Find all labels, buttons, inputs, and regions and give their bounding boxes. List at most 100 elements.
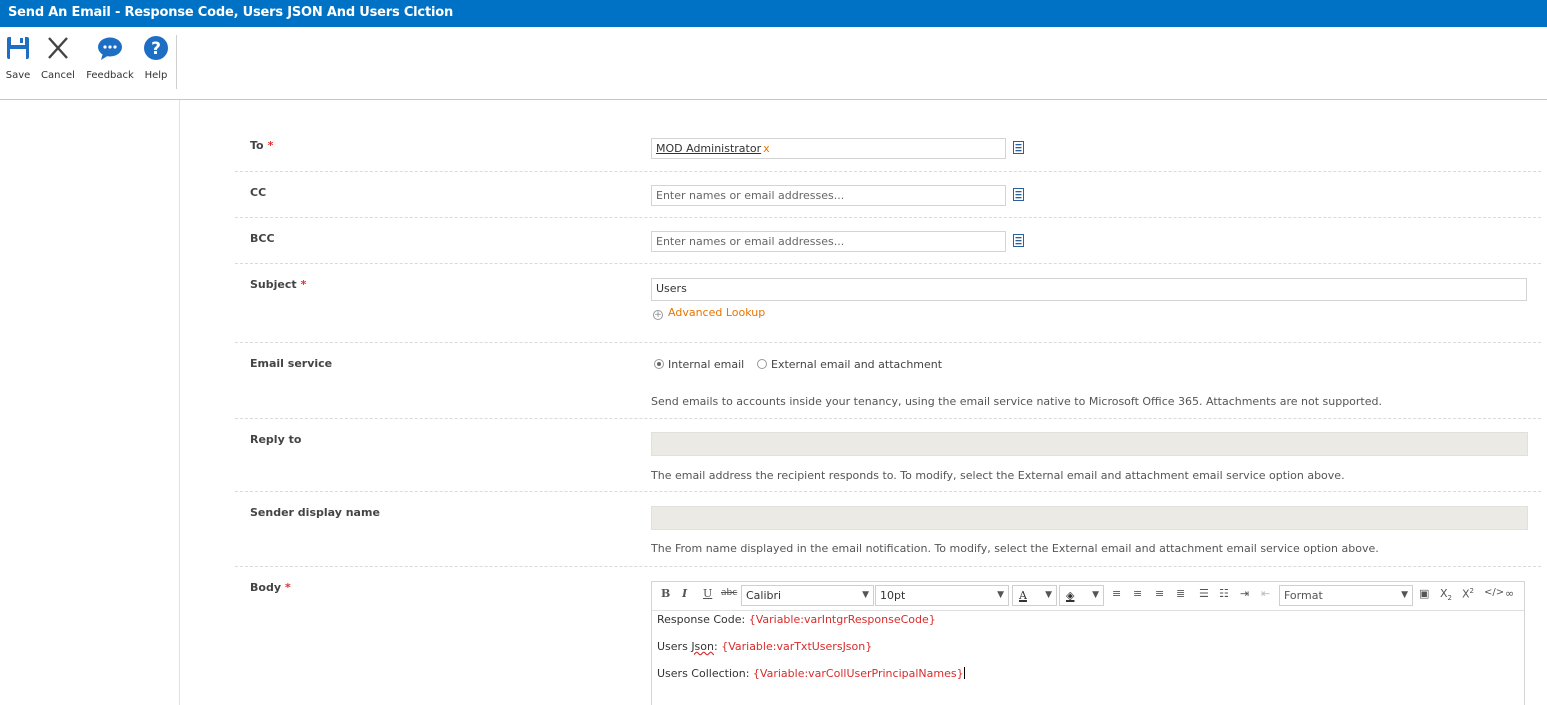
ribbon-toolbar: Save Cancel Feedback ? Help [0,27,1547,100]
title-bar: Send An Email - Response Code, Users JSO… [0,0,1547,27]
feedback-label: Feedback [86,70,134,81]
body-label: Body * [250,581,291,594]
chevron-down-icon: ▼ [1092,590,1099,600]
help-icon: ? [144,36,168,60]
cc-placeholder: Enter names or email addresses... [656,189,845,202]
sender-display-name-help: The From name displayed in the email not… [651,542,1379,555]
bold-icon[interactable]: B [661,587,670,600]
italic-icon[interactable]: I [682,587,687,600]
bcc-label: BCC [250,232,275,245]
sender-display-name-label: Sender display name [250,506,380,519]
required-marker: * [267,139,274,152]
cc-field[interactable]: Enter names or email addresses... [651,185,1006,206]
feedback-button[interactable]: Feedback [84,35,136,87]
toolbar-divider [652,610,1524,611]
remove-recipient-button[interactable]: x [763,142,770,155]
address-book-icon[interactable] [1013,141,1024,154]
body-line: Users Json: {Variable:varTxtUsersJson} [657,640,965,667]
outdent-icon[interactable]: ⇤ [1261,587,1270,600]
subject-label: Subject * [250,278,306,291]
internal-email-label: Internal email [668,358,745,371]
body-text: Users Collection: [657,667,753,680]
font-size-select[interactable]: 10pt ▼ [875,585,1009,606]
align-center-icon[interactable]: ≡ [1133,587,1142,600]
numbered-list-icon[interactable]: ☷ [1219,587,1229,600]
strikethrough-icon[interactable]: abc [721,588,737,598]
cancel-label: Cancel [41,70,75,81]
to-label: To * [250,139,273,152]
save-label: Save [5,70,31,81]
font-size-value: 10pt [880,589,906,602]
subject-label-text: Subject [250,278,297,291]
sender-display-name-input [651,506,1528,530]
address-book-icon[interactable] [1013,188,1024,201]
plus-circle-icon: + [653,310,663,320]
highlight-color-button[interactable]: ◈ ▼ [1059,585,1104,606]
required-marker: * [285,581,291,594]
font-family-value: Calibri [746,589,782,602]
email-service-help: Send emails to accounts inside your tena… [651,395,1382,408]
help-label: Help [144,70,168,81]
code-icon[interactable]: </> [1484,587,1504,598]
body-text: Response Code: [657,613,749,626]
address-book-icon[interactable] [1013,234,1024,247]
chevron-down-icon: ▼ [1045,590,1052,600]
bullet-list-icon[interactable]: ☰ [1199,587,1209,600]
ribbon-divider [176,35,177,89]
svg-text:?: ? [151,39,161,59]
subject-value: Users [656,282,687,295]
text-cursor [963,667,965,679]
to-field[interactable]: MOD Administrator x [651,138,1006,159]
body-text: Users [657,640,692,653]
editor-content[interactable]: Response Code: {Variable:varIntgrRespons… [657,613,965,694]
chevron-down-icon: ▼ [997,590,1004,600]
underline-icon[interactable]: U [703,587,712,600]
reply-to-help: The email address the recipient responds… [651,469,1345,482]
body-line: Users Collection: {Variable:varCollUserP… [657,667,965,694]
radio-external-email[interactable]: External email and attachment [757,358,942,371]
window-title: Send An Email - Response Code, Users JSO… [8,5,453,20]
superscript-icon[interactable]: X2 [1462,587,1474,601]
external-email-label: External email and attachment [771,358,943,371]
radio-unselected-icon [757,359,767,369]
left-panel-divider [179,100,180,705]
body-line: Response Code: {Variable:varIntgrRespons… [657,613,965,640]
bcc-placeholder: Enter names or email addresses... [656,235,845,248]
paint-bucket-icon: ◈ [1066,589,1075,602]
rich-text-editor[interactable]: B I U abc Calibri ▼ 10pt ▼ A ▼ ◈ ▼ ≡ ≡ ≡ ≣ ☰… [651,581,1525,705]
variable-token: {Variable:varCollUserPrincipalNames} [752,667,964,680]
bcc-field[interactable]: Enter names or email addresses... [651,231,1006,252]
chevron-down-icon: ▼ [1401,590,1408,600]
font-color-button[interactable]: A ▼ [1012,585,1057,606]
chevron-down-icon: ▼ [862,590,869,600]
font-family-select[interactable]: Calibri ▼ [741,585,874,606]
radio-internal-email[interactable]: Internal email [654,358,744,371]
to-label-text: To [250,139,264,152]
help-button[interactable]: ? Help [142,35,170,87]
align-right-icon[interactable]: ≡ [1155,587,1164,600]
subject-row: Subject * [235,264,1541,343]
save-button[interactable]: Save [4,35,32,87]
image-icon[interactable]: ▣ [1419,587,1429,600]
link-icon[interactable]: ∞ [1505,587,1514,600]
advanced-lookup-link[interactable]: + Advanced Lookup [653,306,765,320]
reply-to-label: Reply to [250,433,302,446]
recipient-token[interactable]: MOD Administrator [656,142,761,155]
align-justify-icon[interactable]: ≣ [1176,587,1185,600]
required-marker: * [300,278,307,291]
subscript-icon[interactable]: X2 [1440,587,1452,602]
indent-icon[interactable]: ⇥ [1240,587,1249,600]
subject-input[interactable]: Users [651,278,1527,301]
font-color-icon: A [1019,589,1027,602]
advanced-lookup-label: Advanced Lookup [668,306,766,319]
cancel-button[interactable]: Cancel [40,35,76,87]
editor-toolbar: B I U abc Calibri ▼ 10pt ▼ A ▼ ◈ ▼ ≡ ≡ ≡ ≣ ☰… [652,582,1524,608]
format-select[interactable]: Format ▼ [1279,585,1413,606]
email-service-label: Email service [250,357,333,370]
cc-label: CC [250,186,267,199]
align-left-icon[interactable]: ≡ [1112,587,1121,600]
radio-selected-icon [654,359,664,369]
body-label-text: Body [250,581,281,594]
reply-to-input [651,432,1528,456]
spellcheck-word: Json [691,640,714,653]
